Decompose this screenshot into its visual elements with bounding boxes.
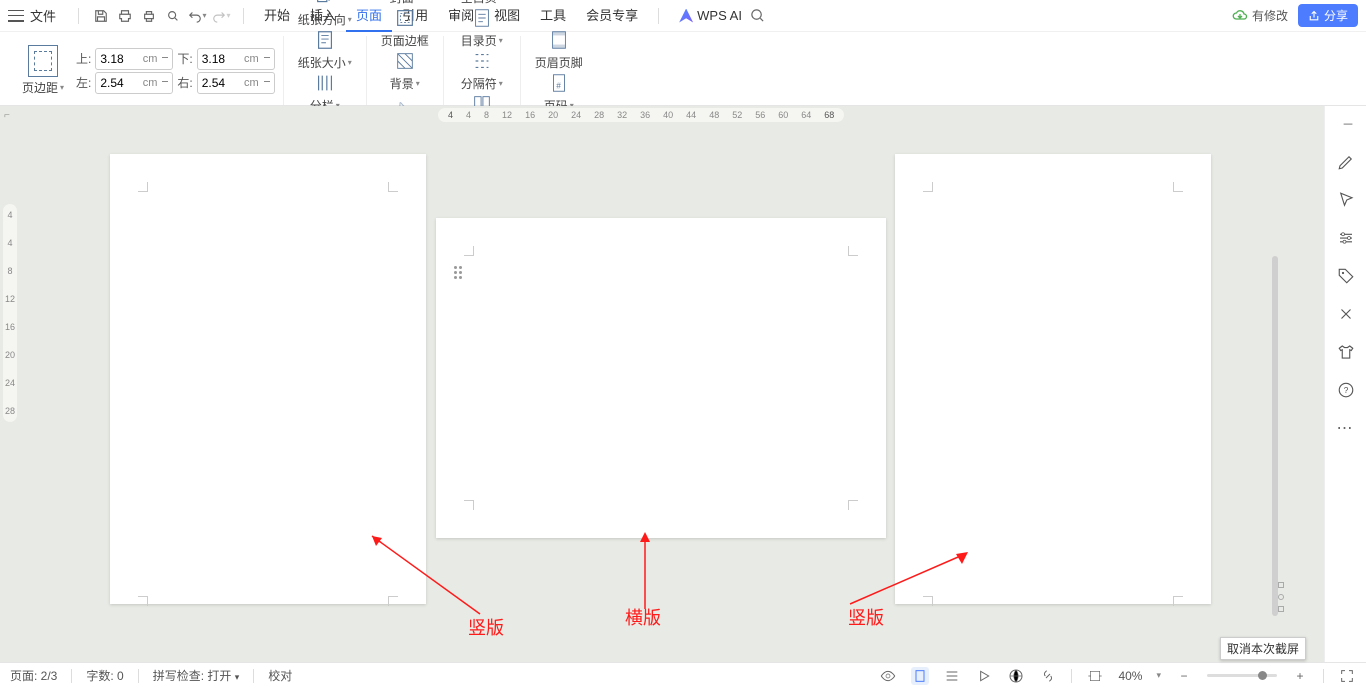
separator-button[interactable]: 分隔符▾	[455, 49, 509, 92]
vertical-ruler[interactable]: ⌐ 4481216202428	[0, 124, 20, 662]
select-icon[interactable]	[1336, 190, 1356, 210]
header-footer-button[interactable]: 页眉页脚	[529, 28, 589, 71]
screenshot-cancel-tooltip: 取消本次截屏	[1220, 637, 1306, 660]
background-button[interactable]: 背景▾	[383, 49, 427, 92]
zoom-value[interactable]: 40%	[1118, 669, 1142, 683]
wps-ai-button[interactable]: WPS AI	[679, 8, 742, 23]
print-icon[interactable]	[139, 6, 159, 26]
horizontal-ruler[interactable]: 448121620242832364044485256606468	[28, 106, 1312, 124]
ai-logo-icon	[679, 9, 693, 23]
redo-icon[interactable]: ▾	[211, 6, 231, 26]
svg-text:#: #	[556, 81, 561, 90]
settings-icon[interactable]	[1336, 228, 1356, 248]
zoom-slider[interactable]	[1207, 674, 1277, 677]
proofread-status[interactable]: 校对	[268, 667, 292, 684]
margin-top-label: 上:	[76, 50, 91, 67]
margins-button[interactable]: 页边距▾	[16, 45, 70, 96]
fullscreen-icon[interactable]	[1338, 667, 1356, 685]
print-preview-icon[interactable]	[115, 6, 135, 26]
annotation-arrow-1	[360, 524, 490, 624]
annotation-portrait-2: 竖版	[848, 604, 884, 630]
word-count[interactable]: 字数: 0	[86, 667, 123, 684]
ribbon: 页边距▾ 上: cm 下: cm 左: cm 右: cm 纸张方向▾ 纸张大小▾…	[0, 32, 1366, 106]
help-icon[interactable]: ?	[1336, 380, 1356, 400]
header-footer-icon	[547, 28, 571, 52]
play-icon[interactable]	[975, 667, 993, 685]
page-view-icon[interactable]	[911, 667, 929, 685]
margins-group: 页边距▾ 上: cm 下: cm 左: cm 右: cm	[8, 36, 284, 105]
annotation-portrait-1: 竖版	[468, 614, 504, 640]
title-bar: 文件 ▾ ▾ 开始 插入 页面 引用 审阅 视图 工具 会员专享 WPS AI …	[0, 0, 1366, 32]
tools-icon[interactable]	[1336, 304, 1356, 324]
margin-bottom-label: 下:	[177, 50, 192, 67]
find-icon[interactable]	[163, 6, 183, 26]
margin-right-label: 右:	[177, 74, 192, 91]
drag-handle-icon[interactable]	[454, 266, 462, 279]
shirt-icon[interactable]	[1336, 342, 1356, 362]
web-icon[interactable]	[1007, 667, 1025, 685]
separator-icon	[470, 49, 494, 73]
search-icon[interactable]	[748, 6, 768, 26]
margin-left-input[interactable]	[95, 72, 173, 94]
toc-icon	[470, 6, 494, 30]
page-3[interactable]	[895, 154, 1211, 604]
view-toggle-icons[interactable]	[1278, 582, 1284, 612]
margins-icon	[28, 45, 58, 77]
vertical-scrollbar[interactable]	[1272, 256, 1278, 616]
border-icon	[393, 6, 417, 30]
eye-icon[interactable]	[879, 667, 897, 685]
page-indicator[interactable]: 页面: 2/3	[10, 667, 57, 684]
page-border-button[interactable]: 页面边框	[375, 6, 435, 49]
annotation-landscape: 横版	[625, 604, 661, 630]
link-icon[interactable]	[1039, 667, 1057, 685]
annotation-arrow-2	[625, 524, 665, 614]
margin-right-input[interactable]	[197, 72, 275, 94]
more-icon[interactable]: ⋯	[1336, 418, 1356, 438]
fit-width-icon[interactable]	[1086, 667, 1104, 685]
margin-left-label: 左:	[76, 74, 91, 91]
status-bar: 页面: 2/3 字数: 0 拼写检查: 打开 ▾ 校对 40%▾ − +	[0, 662, 1366, 688]
margin-bottom-input[interactable]	[197, 48, 275, 70]
sync-status[interactable]: 有修改	[1232, 7, 1288, 24]
pen-icon[interactable]	[1336, 152, 1356, 172]
share-button[interactable]: 分享	[1298, 4, 1358, 27]
background-icon	[393, 49, 417, 73]
toc-button[interactable]: 目录页▾	[455, 6, 509, 49]
menu-icon[interactable]	[8, 10, 24, 22]
columns-icon	[313, 71, 337, 95]
orientation-button[interactable]: 纸张方向▾	[292, 0, 358, 28]
tag-icon[interactable]	[1336, 266, 1356, 286]
outline-view-icon[interactable]	[943, 667, 961, 685]
page-number-icon: #	[547, 71, 571, 95]
orientation-icon	[313, 0, 337, 9]
zoom-in-icon[interactable]: +	[1291, 667, 1309, 685]
document-canvas: ⌐ 4481216202428 448121620242832364044485…	[0, 106, 1324, 662]
side-toolbar: − ? ⋯	[1324, 106, 1366, 662]
spellcheck-status[interactable]: 拼写检查: 打开 ▾	[153, 667, 240, 684]
page-2[interactable]	[436, 218, 886, 538]
save-icon[interactable]	[91, 6, 111, 26]
file-menu[interactable]: 文件	[30, 6, 56, 25]
cloud-icon	[1232, 8, 1248, 24]
paper-size-button[interactable]: 纸张大小▾	[292, 28, 358, 71]
zoom-out-icon[interactable]: −	[1175, 667, 1193, 685]
undo-icon[interactable]: ▾	[187, 6, 207, 26]
collapse-icon[interactable]: −	[1338, 114, 1358, 134]
paper-size-icon	[313, 28, 337, 52]
share-icon	[1308, 10, 1320, 22]
margin-top-input[interactable]	[95, 48, 173, 70]
svg-text:?: ?	[1343, 386, 1348, 395]
